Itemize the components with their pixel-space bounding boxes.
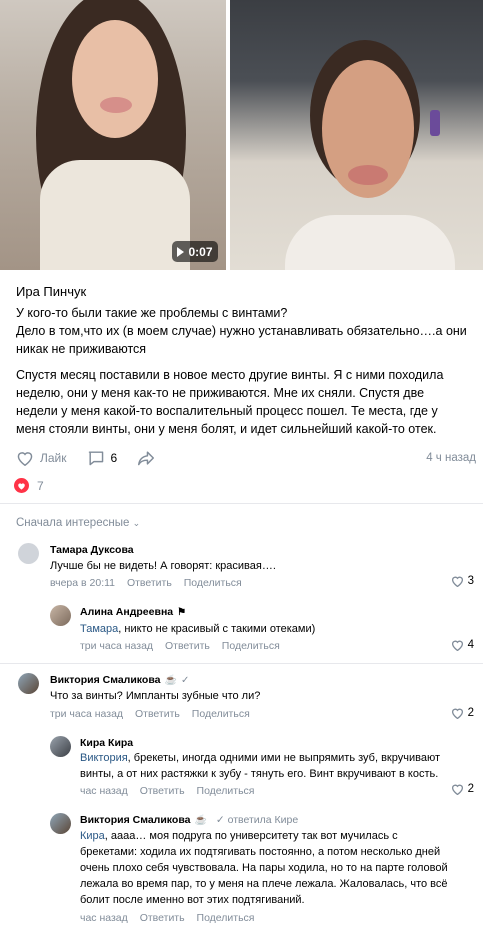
heart-reaction-icon xyxy=(14,478,29,493)
photo[interactable] xyxy=(230,0,483,270)
comment-time: три часа назад xyxy=(80,640,154,652)
heart-icon xyxy=(451,576,463,587)
replied-to-link[interactable]: ответила Кире xyxy=(228,814,299,826)
flag-icon: ⚑ xyxy=(177,607,187,618)
share-button[interactable] xyxy=(137,450,155,466)
avatar[interactable] xyxy=(50,605,71,626)
comment-author[interactable]: Виктория Смаликова ☕ ✓ ответила Кире xyxy=(80,814,298,826)
play-icon xyxy=(177,246,185,257)
comment-text: винты, а от них растяжки к зубу - тянуть… xyxy=(80,768,439,780)
comment-author[interactable]: Виктория Смаликова ☕ ✓ xyxy=(50,674,189,686)
mention-link[interactable]: Виктория xyxy=(80,752,128,764)
avatar[interactable] xyxy=(18,673,39,694)
comment-time: час назад xyxy=(80,912,128,924)
video-thumbnail[interactable]: 0:07 xyxy=(0,0,226,270)
post-author[interactable]: Ира Пинчук xyxy=(16,284,86,299)
share-link[interactable]: Поделиться xyxy=(197,785,255,797)
post-text-line: Дело в том,что их (в моем случае) нужно … xyxy=(16,324,467,338)
video-duration: 0:07 xyxy=(172,241,218,262)
comment-text: Что за винты? Импланты зубные что ли? xyxy=(50,690,261,702)
comment-text: Виктория, брекеты, иногда одними ими не … xyxy=(80,752,441,764)
comment-author[interactable]: Алина Андреевна ⚑ xyxy=(80,606,186,618)
comment-like-button[interactable]: 2 xyxy=(451,783,474,795)
avatar[interactable] xyxy=(50,813,71,834)
like-button[interactable]: Лайк xyxy=(16,450,67,466)
post-text-line: никак не приживаются xyxy=(16,342,147,356)
avatar[interactable] xyxy=(50,736,71,757)
reply-button[interactable]: Ответить xyxy=(140,785,185,797)
reactions-row[interactable]: 7 xyxy=(14,478,44,493)
comment-meta: час назад Ответить Поделиться xyxy=(80,785,264,797)
reply-button[interactable]: Ответить xyxy=(135,708,180,720)
mention-link[interactable]: Кира xyxy=(80,830,105,842)
sort-dropdown[interactable]: Сначала интересные ⌄ xyxy=(16,517,140,529)
post-text-line: недели у меня какой-то воспалительный пр… xyxy=(16,404,438,418)
comment-time: три часа назад xyxy=(50,708,124,720)
comment-time: час назад xyxy=(80,785,128,797)
comment-meta: час назад Ответить Поделиться xyxy=(80,912,264,924)
reply-button[interactable]: Ответить xyxy=(165,640,210,652)
comment-icon xyxy=(88,451,103,466)
comment-meta: три часа назад Ответить Поделиться xyxy=(80,640,289,652)
check-icon: ✓ xyxy=(180,675,190,686)
mention-link[interactable]: Тамара xyxy=(80,623,118,635)
post-media[interactable]: 0:07 xyxy=(0,0,483,270)
heart-icon xyxy=(451,784,463,795)
avatar[interactable] xyxy=(18,543,39,564)
post-text-line: Спустя месяц поставили в новое место дру… xyxy=(16,368,444,382)
reply-button[interactable]: Ответить xyxy=(127,577,172,589)
comment-text: Лучше бы не видеть! А говорят: красивая…… xyxy=(50,560,276,572)
comment-like-button[interactable]: 3 xyxy=(451,575,474,587)
share-link[interactable]: Поделиться xyxy=(197,912,255,924)
cup-icon: ☕ xyxy=(164,675,177,686)
cup-icon: ☕ xyxy=(194,815,207,826)
comment-button[interactable]: 6 xyxy=(87,450,117,466)
heart-icon xyxy=(17,452,33,466)
heart-icon xyxy=(451,640,463,651)
comment-like-button[interactable]: 4 xyxy=(451,639,474,651)
comment-text: болит после именно вот этих подтягиваний… xyxy=(80,894,305,906)
share-icon xyxy=(138,451,155,466)
comment-text: лежала во время пар, то у меня на плече … xyxy=(80,878,448,890)
post-actions: Лайк 6 4 ч назад xyxy=(16,447,476,469)
comment-text: Тамара, никто не красивый с такими отека… xyxy=(80,623,316,635)
share-link[interactable]: Поделиться xyxy=(192,708,250,720)
divider xyxy=(0,503,483,504)
share-link[interactable]: Поделиться xyxy=(222,640,280,652)
check-icon: ✓ xyxy=(215,814,225,826)
comment-like-button[interactable]: 2 xyxy=(451,707,474,719)
post-text-line: меня стояли винты, они у меня болят, и и… xyxy=(16,422,437,436)
share-link[interactable]: Поделиться xyxy=(184,577,242,589)
reply-button[interactable]: Ответить xyxy=(140,912,185,924)
comment-text: очень плохо себя чувствовала. На пары хо… xyxy=(80,862,448,874)
comment-author[interactable]: Кира Кира xyxy=(80,737,133,749)
comment-text: Кира, аааа… моя подруга по университету … xyxy=(80,830,398,842)
comment-author[interactable]: Тамара Дуксова xyxy=(50,544,134,556)
comment-meta: вчера в 20:11 Ответить Поделиться xyxy=(50,577,251,589)
comment-meta: три часа назад Ответить Поделиться xyxy=(50,708,259,720)
heart-icon xyxy=(451,708,463,719)
divider xyxy=(0,663,483,664)
comment-text: брекетами: ходила их подтягивать постоян… xyxy=(80,846,441,858)
post-time: 4 ч назад xyxy=(426,452,476,464)
chevron-down-icon: ⌄ xyxy=(132,518,141,528)
comment-time: вчера в 20:11 xyxy=(50,577,116,589)
post-text-line: неделю, они у меня как-то не приживаются… xyxy=(16,386,425,400)
post-text-line: У кого-то были такие же проблемы с винта… xyxy=(16,306,288,320)
